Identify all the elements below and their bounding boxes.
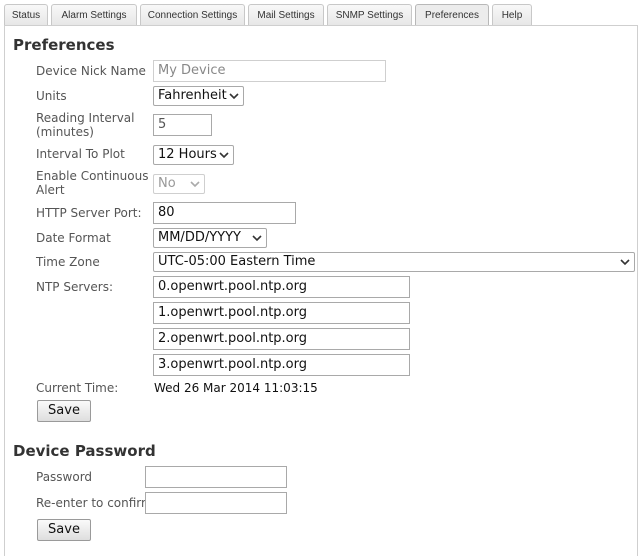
chevron-down-icon: [219, 152, 229, 159]
device-password-title: Device Password: [13, 442, 156, 460]
chevron-down-icon: [229, 93, 239, 100]
chevron-down-icon: [620, 259, 630, 266]
reading-interval-label: Reading Interval (minutes): [36, 111, 135, 139]
ntp-server-field-1[interactable]: 1.openwrt.pool.ntp.org: [153, 302, 410, 324]
ntp-servers-label: NTP Servers:: [36, 280, 114, 294]
chevron-down-icon: [190, 181, 200, 188]
interval-to-plot-value: 12 Hours: [158, 147, 217, 162]
confirm-password-field[interactable]: [145, 492, 287, 514]
current-time-label: Current Time:: [36, 381, 119, 395]
interval-to-plot-label: Interval To Plot: [36, 147, 125, 161]
continuous-alert-select[interactable]: No: [153, 174, 205, 194]
confirm-password-label: Re-enter to confirm: [36, 496, 153, 510]
date-format-value: MM/DD/YYYY: [158, 230, 241, 245]
continuous-alert-label: Enable Continuous Alert: [36, 169, 149, 197]
device-nick-name-label: Device Nick Name: [36, 64, 146, 78]
date-format-label: Date Format: [36, 231, 111, 245]
units-select[interactable]: Fahrenheit: [153, 86, 244, 106]
http-port-field[interactable]: 80: [153, 202, 296, 224]
interval-to-plot-select[interactable]: 12 Hours: [153, 145, 234, 165]
preferences-title: Preferences: [13, 36, 115, 54]
current-time-value: Wed 26 Mar 2014 11:03:15: [154, 381, 318, 395]
tab-help[interactable]: Help: [492, 4, 532, 26]
tab-mail-settings[interactable]: Mail Settings: [248, 4, 324, 26]
time-zone-select[interactable]: UTC-05:00 Eastern Time: [153, 252, 635, 272]
tab-status[interactable]: Status: [4, 4, 48, 26]
units-label: Units: [36, 89, 67, 103]
tab-connection-settings[interactable]: Connection Settings: [140, 4, 245, 26]
device-nick-name-field[interactable]: My Device: [153, 60, 386, 82]
reading-interval-field[interactable]: 5: [153, 114, 212, 136]
save-preferences-button[interactable]: Save: [37, 400, 91, 422]
password-field[interactable]: [145, 466, 287, 488]
units-select-value: Fahrenheit: [158, 88, 227, 103]
ntp-server-field-2[interactable]: 2.openwrt.pool.ntp.org: [153, 328, 410, 350]
date-format-select[interactable]: MM/DD/YYYY: [153, 228, 267, 248]
tab-preferences[interactable]: Preferences: [415, 4, 489, 26]
continuous-alert-value: No: [158, 176, 176, 191]
time-zone-value: UTC-05:00 Eastern Time: [158, 254, 316, 269]
tab-bar: Status Alarm Settings Connection Setting…: [0, 0, 644, 26]
tab-alarm-settings[interactable]: Alarm Settings: [51, 4, 137, 26]
save-password-button[interactable]: Save: [37, 519, 91, 541]
ntp-server-field-3[interactable]: 3.openwrt.pool.ntp.org: [153, 354, 410, 376]
time-zone-label: Time Zone: [36, 255, 100, 269]
ntp-server-field-0[interactable]: 0.openwrt.pool.ntp.org: [153, 276, 410, 298]
tab-snmp-settings[interactable]: SNMP Settings: [327, 4, 412, 26]
password-label: Password: [36, 470, 93, 484]
http-port-label: HTTP Server Port:: [36, 206, 142, 220]
chevron-down-icon: [252, 235, 262, 242]
